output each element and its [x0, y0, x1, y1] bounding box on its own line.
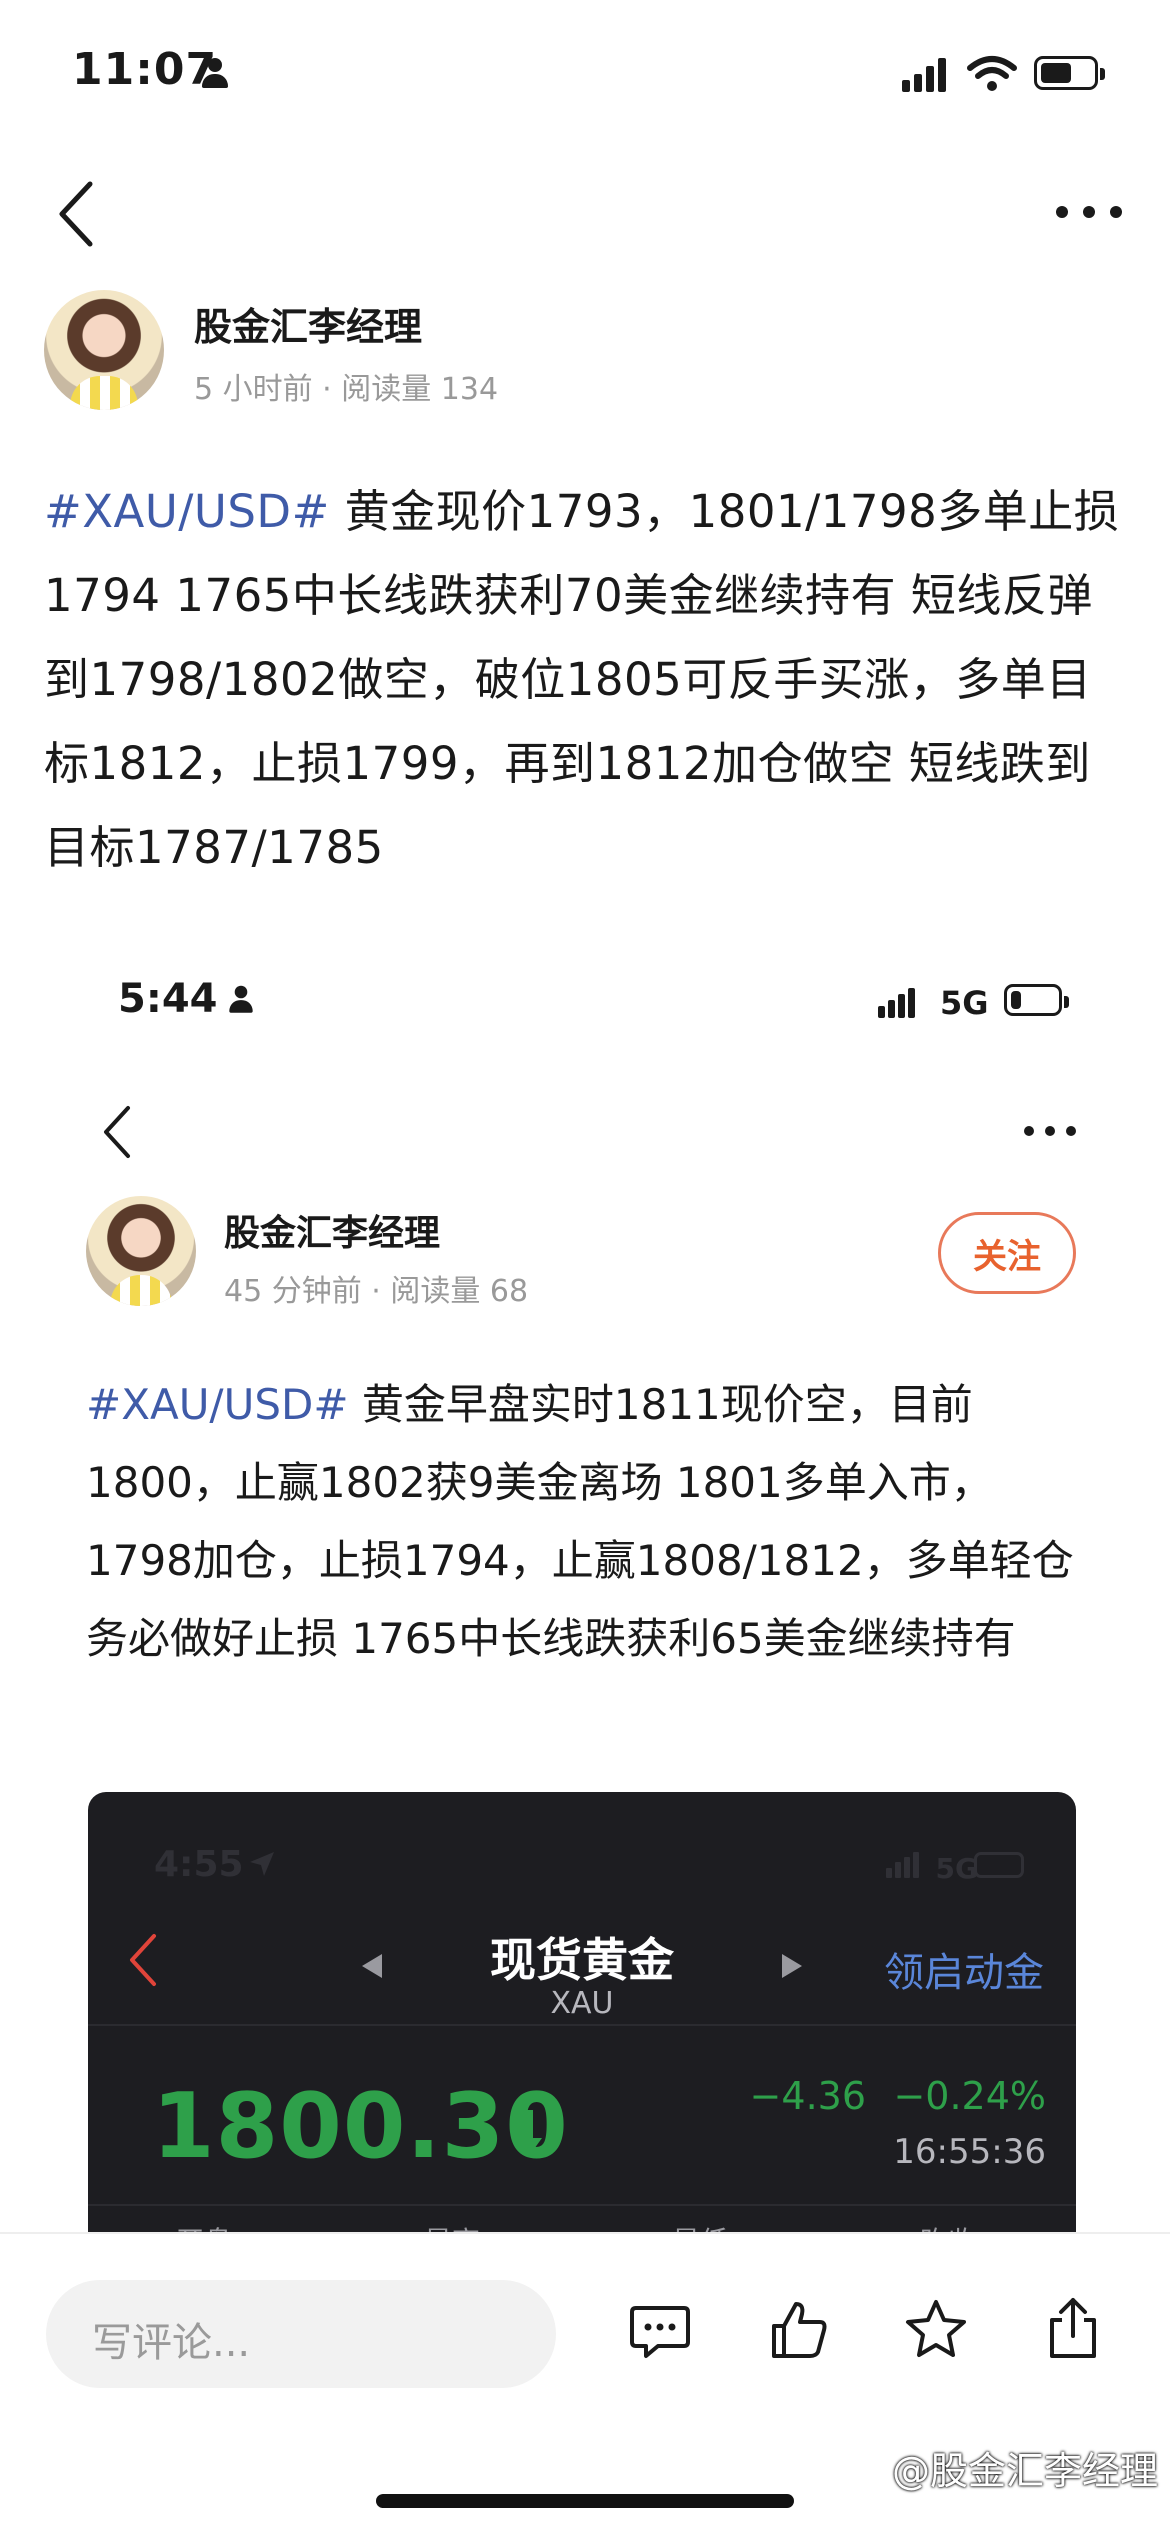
embedded-signal-icon — [878, 988, 915, 1018]
quote-signal-icon — [886, 1852, 919, 1878]
quote-battery-icon — [974, 1852, 1024, 1878]
quote-time: 16:55:36 — [893, 2132, 1046, 2172]
quote-screenshot: 4:55 5G 现货黄金 XAU 领启动金 1800.30 −4.36 −0.2… — [88, 1792, 1076, 2252]
embedded-battery-icon — [1004, 984, 1069, 1016]
embedded-avatar — [86, 1196, 196, 1306]
embedded-back-arrow-icon — [104, 1106, 130, 1158]
person-icon — [200, 58, 230, 92]
divider — [88, 2204, 1076, 2206]
home-indicator[interactable] — [376, 2494, 794, 2508]
embedded-network: 5G — [940, 984, 989, 1022]
comment-placeholder: 写评论... — [92, 2320, 251, 2366]
follow-button: 关注 — [938, 1212, 1076, 1294]
signal-icon — [902, 58, 946, 92]
down-arrow-icon — [516, 2110, 542, 2156]
status-time: 11:07 — [72, 44, 218, 95]
divider — [88, 2024, 1076, 2026]
quote-price: 1800.30 — [152, 2074, 569, 2179]
embedded-author-name: 股金汇李经理 — [224, 1213, 441, 1254]
author-name[interactable]: 股金汇李经理 — [194, 296, 422, 351]
post-body: #XAU/USD# 黄金现价1793，1801/1798多单止损1794 176… — [44, 470, 1122, 890]
star-icon[interactable] — [904, 2298, 968, 2360]
battery-icon — [1034, 56, 1105, 90]
embedded-post-body: #XAU/USD# 黄金早盘实时1811现价空，目前1800，止赢1802获9美… — [86, 1366, 1086, 1678]
location-arrow-icon — [250, 1852, 274, 1876]
quote-change-pct: −0.24% — [893, 2074, 1046, 2118]
comment-icon[interactable] — [628, 2302, 692, 2362]
more-icon[interactable] — [1054, 204, 1124, 220]
embedded-status-time: 5:44 — [118, 976, 218, 1022]
watermark: @股金汇李经理 — [891, 2449, 1158, 2493]
embedded-hashtag: #XAU/USD# — [86, 1380, 349, 1429]
wifi-icon — [967, 56, 1017, 91]
share-icon[interactable] — [1046, 2296, 1100, 2360]
quote-status-time: 4:55 — [154, 1844, 244, 1885]
back-arrow-icon[interactable] — [56, 178, 96, 250]
avatar[interactable] — [44, 290, 164, 410]
quote-link: 领启动金 — [884, 1950, 1044, 1996]
quote-network: 5G — [935, 1852, 978, 1885]
like-icon[interactable] — [768, 2298, 830, 2362]
post-meta: 5 小时前 · 阅读量 134 — [194, 372, 499, 407]
hashtag-link[interactable]: #XAU/USD# — [44, 485, 330, 538]
quote-change: −4.36 — [749, 2074, 866, 2118]
embedded-post-meta: 45 分钟前 · 阅读量 68 — [224, 1274, 529, 1309]
post-text: 黄金现价1793，1801/1798多单止损1794 1765中长线跌获利70美… — [44, 485, 1120, 874]
embedded-person-icon — [228, 985, 255, 1017]
embedded-more-icon — [1024, 1126, 1076, 1136]
